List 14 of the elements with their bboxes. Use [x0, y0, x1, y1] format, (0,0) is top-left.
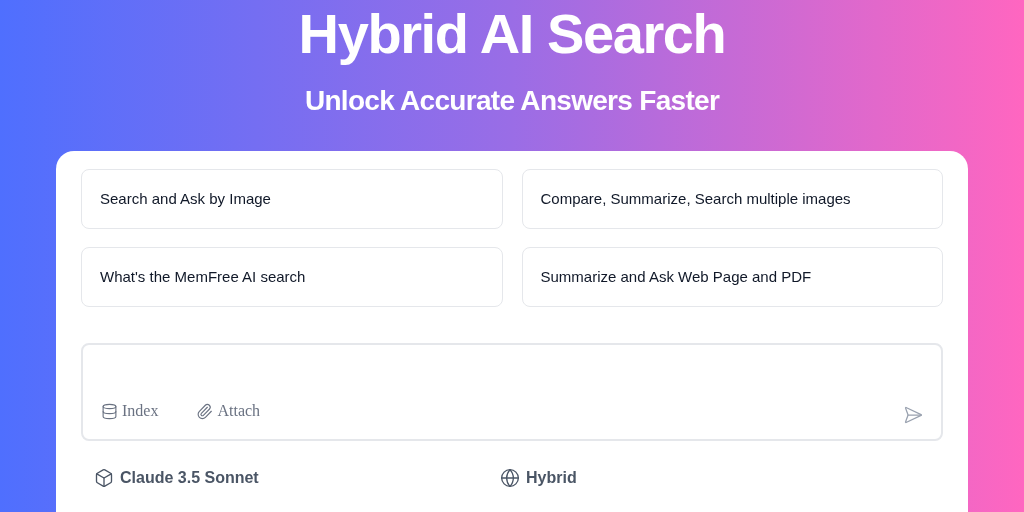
suggestion-button[interactable]: What's the MemFree AI search [81, 247, 503, 308]
send-button[interactable] [903, 405, 923, 426]
database-icon [101, 402, 118, 420]
hero-title: Hybrid AI Search [298, 1, 726, 67]
attach-button[interactable]: Attach [196, 399, 261, 424]
query-input[interactable]: Index Attach [81, 343, 943, 442]
cube-icon [94, 468, 114, 489]
suggestion-button[interactable]: Search and Ask by Image [81, 169, 503, 230]
globe-icon [500, 468, 520, 489]
paperclip-icon [196, 402, 214, 420]
suggestion-button[interactable]: Compare, Summarize, Search multiple images [521, 169, 943, 230]
hero-subtitle: Unlock Accurate Answers Faster [304, 84, 720, 119]
suggestion-button[interactable]: Summarize and Ask Web Page and PDF [521, 247, 943, 308]
index-button[interactable]: Index [101, 399, 159, 424]
